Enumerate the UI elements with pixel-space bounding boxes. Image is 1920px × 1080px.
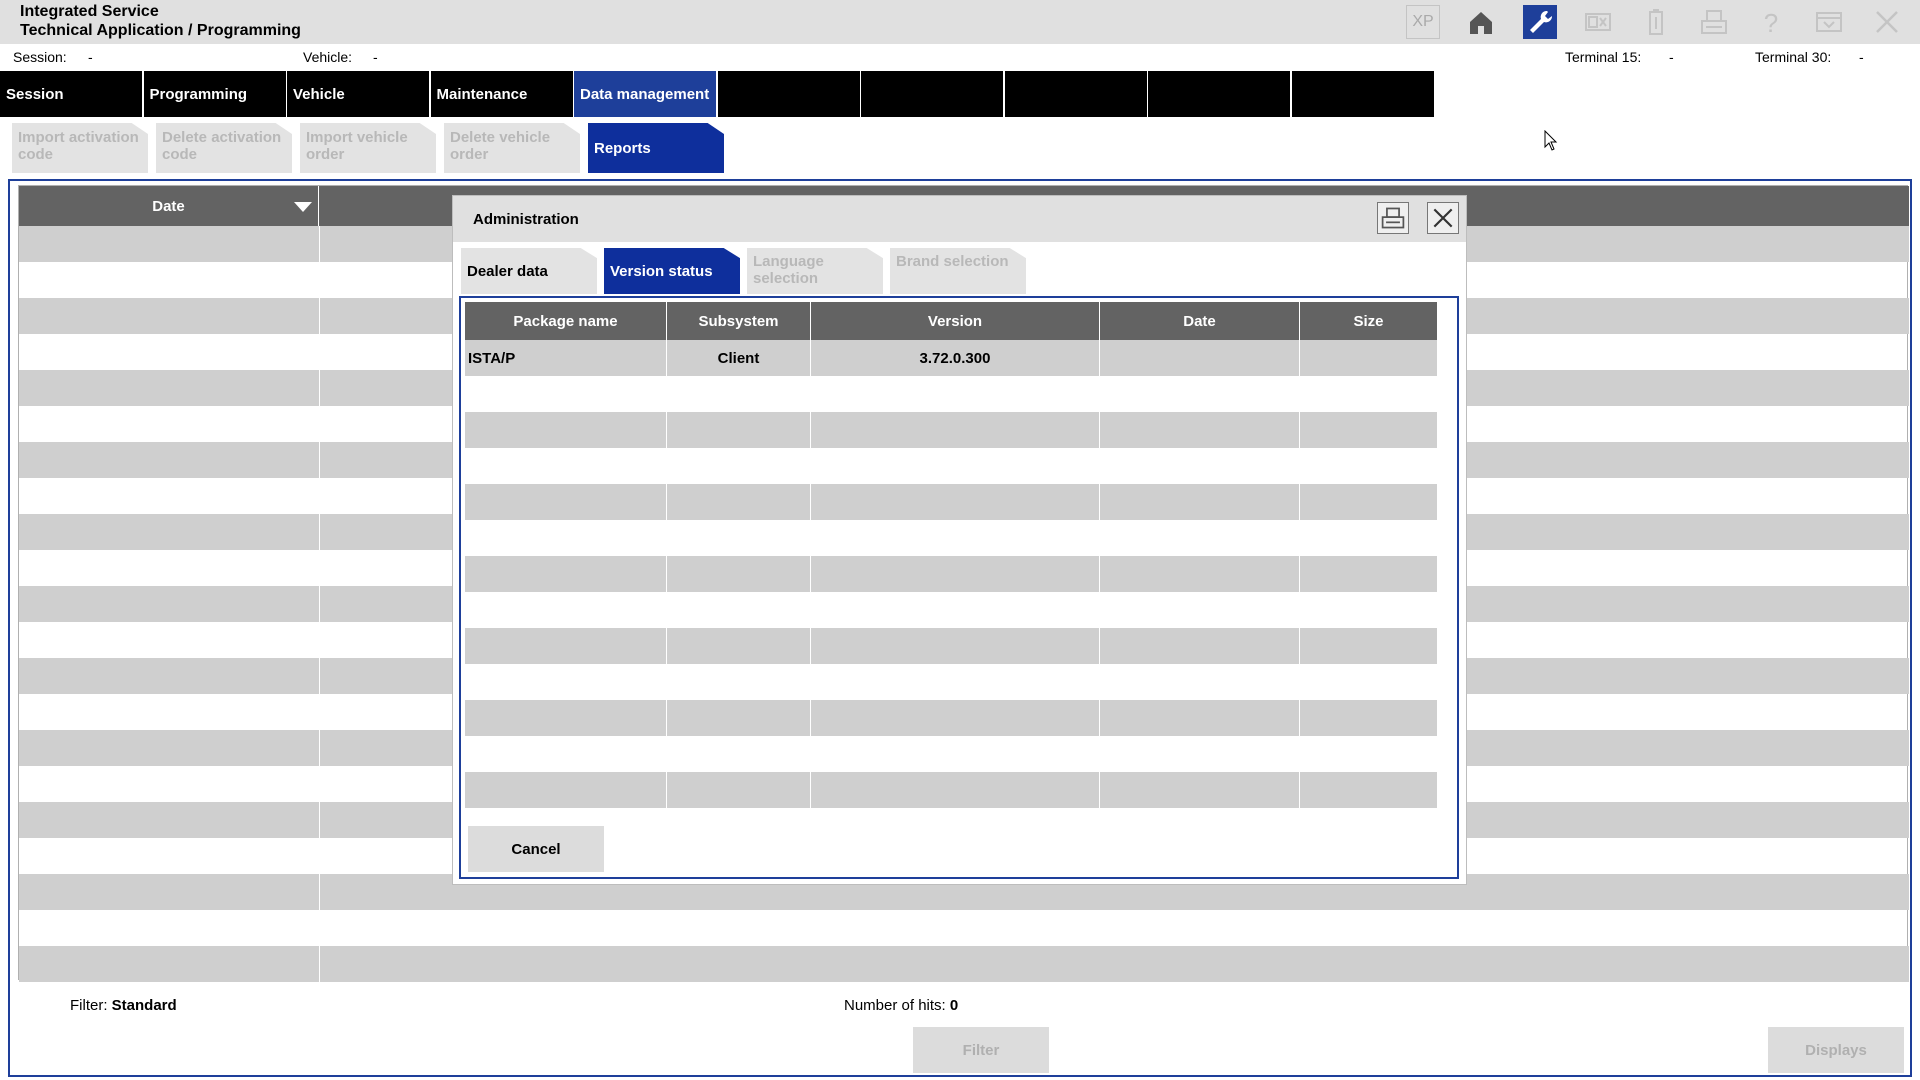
cell-package-name: ISTA/P (465, 340, 667, 376)
dialog-close-icon[interactable] (1427, 202, 1459, 234)
wrench-icon[interactable] (1523, 5, 1557, 39)
vehicle-label: Vehicle: (303, 49, 353, 65)
subtab-delete-activation-code[interactable]: Delete activation code (156, 123, 292, 173)
app-subtitle: Technical Application / Programming (20, 22, 301, 39)
table-row (465, 592, 1437, 628)
administration-dialog: Administration Dealer data Version statu… (452, 195, 1467, 885)
nav-tab-empty-4 (1148, 71, 1290, 117)
print-icon[interactable] (1697, 5, 1731, 39)
help-icon[interactable]: ? (1754, 5, 1788, 39)
hits-status: Number of hits: 0 (844, 997, 958, 1014)
nav-tab-data-management[interactable]: Data management (574, 71, 716, 117)
home-icon[interactable] (1464, 5, 1498, 39)
dialog-print-icon[interactable] (1377, 202, 1409, 234)
xp-icon[interactable]: XP (1406, 5, 1440, 39)
filter-status: Filter: Standard (70, 997, 177, 1014)
filter-button[interactable]: Filter (913, 1027, 1049, 1073)
nav-tab-empty-1 (717, 71, 860, 117)
date-column-header[interactable]: Date (19, 186, 319, 226)
tab-dealer-data[interactable]: Dealer data (461, 248, 597, 294)
mouse-cursor-icon (1544, 129, 1558, 157)
filter-value: Standard (111, 997, 177, 1014)
dialog-tabs: Dealer data Version status Language sele… (461, 248, 1033, 294)
terminal30-label: Terminal 30: (1755, 49, 1832, 65)
filter-label: Filter: (70, 997, 108, 1014)
table-row (465, 376, 1437, 412)
close-icon[interactable] (1870, 5, 1904, 39)
table-row (465, 412, 1437, 448)
table-row (465, 736, 1437, 772)
main-nav: Session Programming Vehicle Maintenance … (0, 71, 1435, 117)
table-row (465, 772, 1437, 808)
table-row (465, 556, 1437, 592)
battery-icon[interactable] (1639, 5, 1673, 39)
table-row (465, 700, 1437, 736)
table-row (19, 946, 1909, 982)
terminal15-value: - (1669, 49, 1674, 65)
app-title: Integrated Service (20, 3, 159, 20)
table-row (465, 484, 1437, 520)
column-header-package-name[interactable]: Package name (465, 302, 667, 340)
session-value: - (88, 49, 93, 65)
subtab-import-activation-code[interactable]: Import activation code (12, 123, 148, 173)
subtab-delete-vehicle-order[interactable]: Delete vehicle order (444, 123, 580, 173)
title-bar: Integrated Service Technical Application… (0, 0, 1920, 44)
subtab-reports[interactable]: Reports (588, 123, 724, 173)
cancel-button[interactable]: Cancel (468, 826, 604, 872)
terminal15-label: Terminal 15: (1565, 49, 1642, 65)
nav-tab-maintenance[interactable]: Maintenance (430, 71, 573, 117)
tab-language-selection[interactable]: Language selection (747, 248, 883, 294)
nav-tab-empty-2 (861, 71, 1003, 117)
terminal30-value: - (1859, 49, 1864, 65)
subtab-import-vehicle-order[interactable]: Import vehicle order (300, 123, 436, 173)
dialog-title: Administration (473, 211, 579, 228)
column-header-date[interactable]: Date (1100, 302, 1300, 340)
cell-version: 3.72.0.300 (811, 340, 1100, 376)
session-label: Session: (13, 49, 67, 65)
nav-tab-programming[interactable]: Programming (143, 71, 286, 117)
nav-tab-session[interactable]: Session (0, 71, 142, 117)
hits-value: 0 (949, 997, 959, 1014)
cell-subsystem: Client (667, 340, 811, 376)
tab-brand-selection[interactable]: Brand selection (890, 248, 1026, 294)
display-icon[interactable] (1581, 5, 1615, 39)
column-header-version[interactable]: Version (811, 302, 1100, 340)
table-row (19, 910, 1909, 946)
sub-nav: Import activation code Delete activation… (12, 123, 732, 173)
table-row (465, 664, 1437, 700)
session-bar: Session: - Vehicle: - Terminal 15: - Ter… (0, 44, 1920, 70)
nav-tab-empty-5 (1291, 71, 1434, 117)
column-header-subsystem[interactable]: Subsystem (667, 302, 811, 340)
displays-button[interactable]: Displays (1768, 1027, 1904, 1073)
hits-label: Number of hits: (844, 997, 946, 1014)
table-row (465, 448, 1437, 484)
tab-version-status[interactable]: Version status (604, 248, 740, 294)
table-row (465, 628, 1437, 664)
nav-tab-empty-3 (1004, 71, 1147, 117)
cell-size (1300, 340, 1437, 376)
table-row (465, 520, 1437, 556)
cell-date (1100, 340, 1300, 376)
dialog-title-bar: Administration (453, 196, 1466, 242)
sort-down-icon[interactable] (294, 202, 312, 212)
column-header-size[interactable]: Size (1300, 302, 1437, 340)
date-header-label: Date (152, 197, 185, 215)
svg-text:?: ? (1764, 8, 1778, 37)
nav-tab-vehicle[interactable]: Vehicle (287, 71, 429, 117)
vehicle-value: - (373, 49, 378, 65)
minimize-icon[interactable] (1812, 5, 1846, 39)
table-row[interactable]: ISTA/P Client 3.72.0.300 (465, 340, 1437, 376)
version-status-panel: Package name Subsystem Version Date Size… (459, 296, 1459, 879)
